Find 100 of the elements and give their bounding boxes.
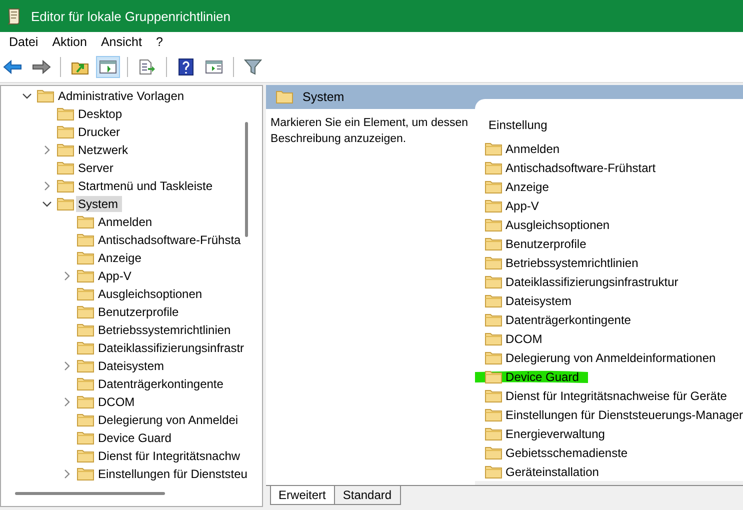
tree-item[interactable]: Dienst für Integritätsnachw <box>96 448 244 464</box>
list-item[interactable]: Dateisystem <box>506 294 572 308</box>
list-item[interactable]: Anmelden <box>506 142 560 156</box>
tree-item[interactable]: System <box>76 196 122 212</box>
list-item[interactable]: Einstellungen für Dienststeuerungs-Manager <box>506 408 743 422</box>
window-title: Editor für lokale Gruppenrichtlinien <box>31 8 230 24</box>
chevron-right-icon[interactable] <box>43 145 51 155</box>
list-item[interactable]: Dateiklassifizierungsinfrastruktur <box>506 274 678 288</box>
tree-item[interactable]: Antischadsoftware-Frühsta <box>96 232 245 248</box>
folder-icon <box>77 413 94 427</box>
list-item[interactable]: Betriebssystemrichtlinien <box>506 256 638 270</box>
list-item[interactable]: Datenträgerkontingente <box>506 312 631 326</box>
folder-icon <box>77 269 94 283</box>
folder-icon <box>484 256 502 270</box>
folder-icon <box>484 350 502 364</box>
description-text: Markieren Sie ein Element, um dessen Beschreibung anzuzeigen. <box>270 116 470 147</box>
list-item[interactable]: Delegierung von Anmeldeinformationen <box>506 350 716 364</box>
tree-item[interactable]: Dateiklassifizierungsinfrastr <box>96 340 248 356</box>
list-item[interactable]: Antischadsoftware-Frühstart <box>506 160 656 174</box>
folder-icon <box>77 359 94 373</box>
tree-item[interactable]: Dateisystem <box>96 358 168 374</box>
folder-icon <box>484 236 502 250</box>
folder-icon <box>57 107 74 121</box>
list-item[interactable]: Energieverwaltung <box>506 426 605 440</box>
show-tree-button[interactable] <box>96 56 120 78</box>
chevron-right-icon[interactable] <box>63 271 71 281</box>
tree-item[interactable]: Datenträgerkontingente <box>96 376 228 392</box>
folder-icon <box>77 341 94 355</box>
folder-icon <box>57 143 74 157</box>
chevron-down-icon[interactable] <box>42 200 52 208</box>
tree-item[interactable]: Server <box>76 160 118 176</box>
tree-item[interactable]: Anmelden <box>96 214 156 230</box>
list-item[interactable]: Dienst für Integritätsnachweise für Geräte <box>506 388 727 402</box>
folder-icon <box>484 332 502 346</box>
folder-icon <box>37 89 54 103</box>
folder-icon <box>484 218 502 232</box>
tree-item[interactable]: Administrative Vorlagen <box>56 88 188 104</box>
folder-icon <box>484 294 502 308</box>
folder-icon <box>57 161 74 175</box>
tree-item[interactable]: Ausgleichsoptionen <box>96 286 206 302</box>
folder-icon <box>77 251 94 265</box>
folder-icon <box>77 233 94 247</box>
tree-item[interactable]: Benutzerprofile <box>96 304 183 320</box>
folder-icon <box>484 312 502 326</box>
chevron-right-icon[interactable] <box>63 397 71 407</box>
chevron-right-icon[interactable] <box>63 469 71 479</box>
chevron-right-icon[interactable] <box>63 361 71 371</box>
folder-icon <box>484 370 502 384</box>
tree-item[interactable]: Anzeige <box>96 250 146 266</box>
folder-icon <box>484 388 502 402</box>
folder-icon <box>484 274 502 288</box>
folder-icon <box>77 305 94 319</box>
scroll-icon <box>6 7 22 25</box>
tab[interactable]: Erweitert <box>270 486 335 505</box>
folder-icon <box>484 408 502 422</box>
folder-icon <box>484 446 502 460</box>
tree-item[interactable]: Einstellungen für Dienststeu <box>96 466 252 482</box>
column-header[interactable]: Einstellung <box>484 116 552 134</box>
list-item[interactable]: DCOM <box>506 332 542 346</box>
folder-icon <box>484 426 502 440</box>
folder-icon <box>77 395 94 409</box>
scrollbar[interactable] <box>244 122 248 237</box>
tree-item[interactable]: Betriebssystemrichtlinien <box>96 322 235 338</box>
chevron-down-icon[interactable] <box>22 92 32 100</box>
folder-icon <box>77 431 94 445</box>
scrollbar[interactable] <box>15 492 165 495</box>
folder-icon <box>484 160 502 174</box>
tree-item[interactable]: Startmenü und Taskleiste <box>76 178 217 194</box>
folder-icon <box>57 125 74 139</box>
folder-icon <box>57 179 74 193</box>
tree-item[interactable]: Drucker <box>76 124 124 140</box>
folder-icon <box>77 215 94 229</box>
list-item[interactable]: App-V <box>506 198 539 212</box>
list-item[interactable]: Geräteinstallation <box>506 464 599 478</box>
folder-icon <box>276 90 293 104</box>
folder-icon <box>484 142 502 156</box>
tree-item[interactable]: App-V <box>96 268 136 284</box>
menu-item[interactable]: Datei <box>2 33 46 51</box>
menu-item[interactable]: Ansicht <box>94 33 149 51</box>
folder-icon <box>77 449 94 463</box>
folder-icon <box>77 377 94 391</box>
list-item[interactable]: Gebietsschemadienste <box>506 446 628 460</box>
tab[interactable]: Standard <box>334 486 401 505</box>
menu-item[interactable]: Aktion <box>45 33 94 51</box>
tree-item[interactable]: DCOM <box>96 394 139 410</box>
menu-item[interactable]: ? <box>148 33 170 51</box>
chevron-right-icon[interactable] <box>43 181 51 191</box>
folder-icon <box>77 287 94 301</box>
tree-item[interactable]: Desktop <box>76 106 126 122</box>
folder-icon <box>77 323 94 337</box>
tree-item[interactable]: Device Guard <box>96 430 176 446</box>
folder-icon <box>484 464 502 478</box>
list-item[interactable]: Anzeige <box>506 180 549 194</box>
tree-item[interactable]: Delegierung von Anmeldei <box>96 412 242 428</box>
pane-title: System <box>302 90 344 104</box>
folder-icon <box>77 467 94 481</box>
list-item[interactable]: Benutzerprofile <box>506 236 586 250</box>
tree-item[interactable]: Netzwerk <box>76 142 132 158</box>
folder-icon <box>484 198 502 212</box>
list-item[interactable]: Ausgleichsoptionen <box>506 218 610 232</box>
